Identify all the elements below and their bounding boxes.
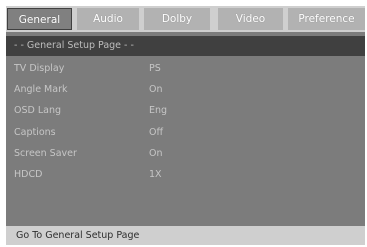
tab-dolby[interactable]: Dolby xyxy=(144,8,210,30)
setting-label: Angle Mark xyxy=(14,84,68,96)
setting-label: OSD Lang xyxy=(14,105,62,117)
setting-value: On xyxy=(149,84,163,96)
status-bar: Go To General Setup Page xyxy=(6,226,365,245)
setting-row-osd-lang[interactable]: OSD Lang Eng xyxy=(6,100,365,121)
setting-label: HDCD xyxy=(14,168,43,180)
setting-value: Off xyxy=(149,126,164,138)
setting-row-screen-saver[interactable]: Screen Saver On xyxy=(6,143,365,164)
settings-list: TV Display PS Angle Mark On OSD Lang Eng… xyxy=(6,58,365,185)
setting-row-tv-display[interactable]: TV Display PS xyxy=(6,58,365,79)
setting-row-hdcd[interactable]: HDCD 1X xyxy=(6,164,365,185)
tab-video[interactable]: Video xyxy=(218,8,283,30)
setting-row-angle-mark[interactable]: Angle Mark On xyxy=(6,79,365,100)
setting-value: Eng xyxy=(149,105,168,117)
setting-value: PS xyxy=(149,63,161,74)
setting-label: Captions xyxy=(14,126,56,138)
page-title: - - General Setup Page - - xyxy=(6,36,365,56)
setting-label: Screen Saver xyxy=(14,147,77,159)
setting-row-captions[interactable]: Captions Off xyxy=(6,122,365,143)
setting-label: TV Display xyxy=(14,63,65,74)
tab-general[interactable]: General xyxy=(7,8,72,30)
setting-value: On xyxy=(149,147,163,159)
setup-menu: General Audio Dolby Video Preference - -… xyxy=(6,6,365,245)
tab-bar: General Audio Dolby Video Preference xyxy=(6,6,365,32)
tab-preference[interactable]: Preference xyxy=(288,8,365,30)
tab-audio[interactable]: Audio xyxy=(77,8,139,30)
setting-value: 1X xyxy=(149,168,162,180)
